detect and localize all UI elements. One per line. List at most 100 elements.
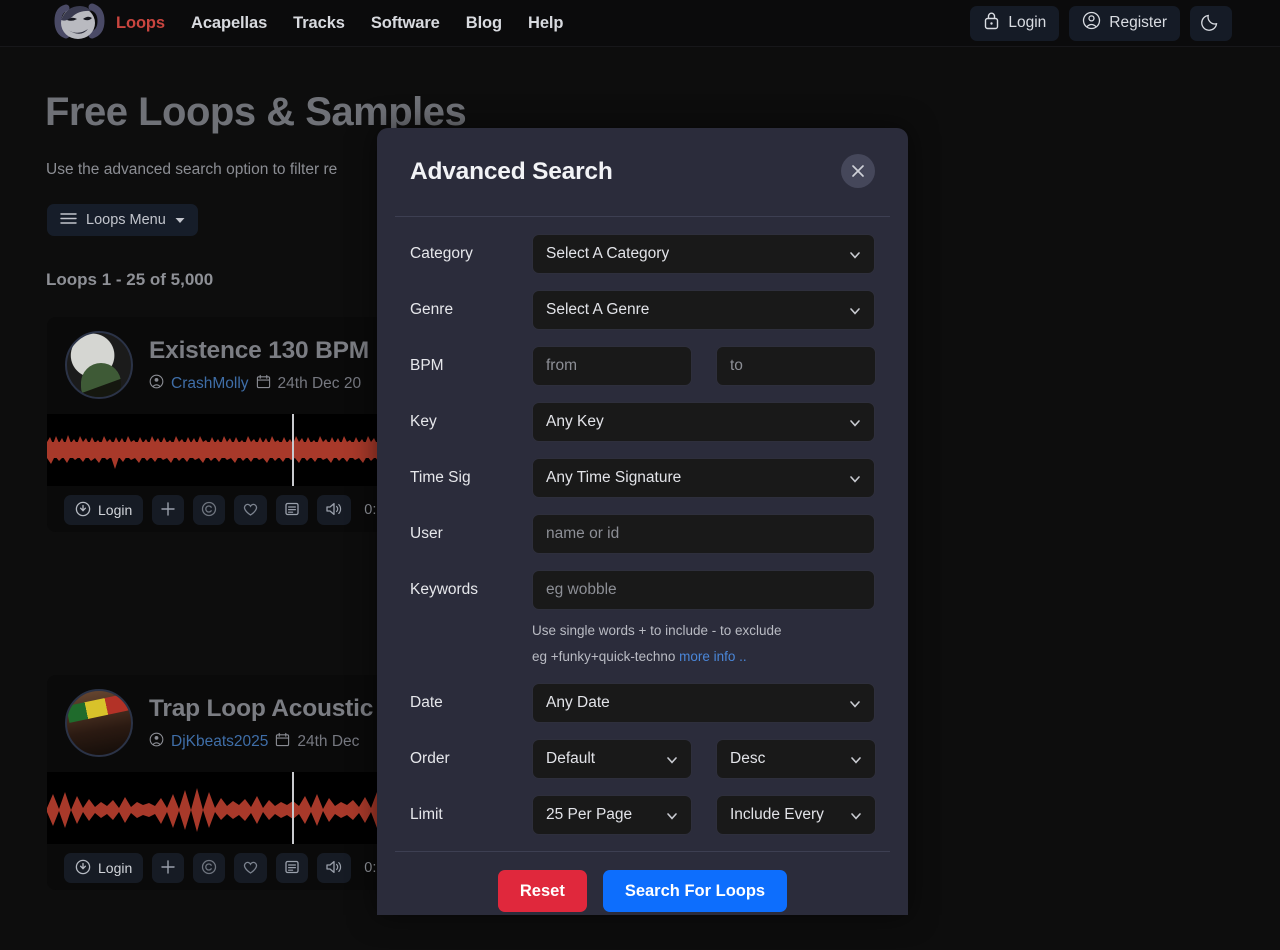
copyright-icon bbox=[201, 859, 217, 878]
comment-icon bbox=[284, 859, 300, 878]
keywords-input[interactable]: eg wobble bbox=[532, 570, 875, 610]
field-row-category: Category Select A Category bbox=[410, 234, 875, 274]
chevron-down-icon bbox=[849, 416, 861, 428]
field-row-date: Date Any Date bbox=[410, 683, 875, 724]
keywords-hint: Use single words + to include - to exclu… bbox=[532, 618, 875, 669]
loop-add-button[interactable] bbox=[152, 495, 185, 525]
search-for-loops-button[interactable]: Search For Loops bbox=[602, 870, 788, 913]
nav-link-blog[interactable]: Blog bbox=[466, 14, 502, 33]
timesig-value: Any Time Signature bbox=[546, 469, 682, 486]
playhead[interactable] bbox=[292, 772, 294, 844]
order-direction-select[interactable]: Desc bbox=[716, 739, 876, 780]
nav-link-tracks[interactable]: Tracks bbox=[293, 14, 345, 33]
moon-icon bbox=[1201, 11, 1221, 36]
date-label: Date bbox=[410, 694, 443, 712]
timesig-select[interactable]: Any Time Signature bbox=[532, 458, 875, 498]
genre-select[interactable]: Select A Genre bbox=[532, 290, 875, 330]
field-row-user: User name or id bbox=[410, 514, 875, 554]
loop-login-label: Login bbox=[98, 502, 133, 518]
genre-label: Genre bbox=[410, 301, 454, 318]
avatar[interactable] bbox=[65, 689, 133, 757]
loop-login-download-button[interactable]: Login bbox=[64, 495, 144, 525]
date-select[interactable]: Any Date bbox=[532, 683, 875, 724]
field-row-order: Order Default Desc bbox=[410, 739, 876, 780]
field-row-bpm: BPM from to bbox=[410, 346, 876, 386]
playhead[interactable] bbox=[292, 414, 294, 486]
key-value: Any Key bbox=[546, 413, 604, 430]
loop-author[interactable]: DjKbeats2025 bbox=[171, 733, 268, 751]
order-direction-value: Desc bbox=[730, 750, 766, 768]
limit-include-select[interactable]: Include Every bbox=[716, 795, 876, 836]
lock-icon bbox=[983, 11, 1000, 35]
loop-login-download-button[interactable]: Login bbox=[64, 853, 144, 883]
limit-label: Limit bbox=[410, 806, 443, 824]
advanced-search-modal: Advanced Search Category Select A Catego… bbox=[377, 128, 908, 915]
loop-copyright-button[interactable] bbox=[193, 853, 226, 883]
order-label: Order bbox=[410, 750, 450, 768]
user-circle-icon bbox=[1082, 11, 1101, 35]
caret-down-icon bbox=[175, 212, 185, 228]
loop-author[interactable]: CrashMolly bbox=[171, 375, 249, 393]
register-button[interactable]: Register bbox=[1069, 5, 1180, 41]
nav-link-loops[interactable]: Loops bbox=[116, 14, 165, 33]
loop-favourite-button[interactable] bbox=[234, 495, 268, 525]
timesig-label: Time Sig bbox=[410, 469, 471, 486]
limit-per-page-select[interactable]: 25 Per Page bbox=[532, 795, 692, 836]
theme-toggle-button[interactable] bbox=[1190, 5, 1232, 41]
login-button-label: Login bbox=[1008, 14, 1047, 31]
chevron-down-icon bbox=[850, 753, 862, 765]
user-label: User bbox=[410, 525, 443, 542]
category-select[interactable]: Select A Category bbox=[532, 234, 875, 274]
reset-button[interactable]: Reset bbox=[497, 870, 587, 913]
limit-include-value: Include Every bbox=[730, 806, 824, 824]
chevron-down-icon bbox=[849, 472, 861, 484]
chevron-down-icon bbox=[849, 248, 861, 260]
loop-volume-button[interactable] bbox=[317, 495, 352, 525]
bpm-from-input[interactable]: from bbox=[532, 346, 692, 386]
speaker-icon bbox=[325, 859, 343, 878]
loop-volume-button[interactable] bbox=[317, 853, 352, 883]
key-label: Key bbox=[410, 413, 437, 430]
mascot-headphones-logo[interactable] bbox=[48, 0, 106, 48]
user-input[interactable]: name or id bbox=[532, 514, 875, 554]
loop-submeta: DjKbeats2025 24th Dec bbox=[149, 732, 373, 752]
speaker-icon bbox=[325, 501, 343, 520]
nav-link-software[interactable]: Software bbox=[371, 14, 440, 33]
login-button[interactable]: Login bbox=[970, 5, 1060, 41]
bpm-to-input[interactable]: to bbox=[716, 346, 876, 386]
key-select[interactable]: Any Key bbox=[532, 402, 875, 442]
loop-comment-button[interactable] bbox=[276, 853, 309, 883]
loop-duration: 0: bbox=[364, 860, 377, 876]
date-value: Any Date bbox=[546, 694, 610, 712]
limit-per-page-value: 25 Per Page bbox=[546, 806, 633, 824]
loop-add-button[interactable] bbox=[152, 853, 185, 883]
nav-link-acapellas[interactable]: Acapellas bbox=[191, 14, 267, 33]
navbar-actions: Login Register bbox=[970, 5, 1232, 41]
more-info-link[interactable]: more info .. bbox=[679, 649, 747, 664]
chevron-down-icon bbox=[666, 753, 678, 765]
loop-date: 24th Dec 20 bbox=[277, 374, 362, 392]
calendar-icon bbox=[275, 732, 290, 752]
order-value: Default bbox=[546, 750, 596, 768]
chevron-down-icon bbox=[850, 809, 862, 821]
loops-menu-button[interactable]: Loops Menu bbox=[47, 204, 198, 236]
close-icon[interactable] bbox=[841, 154, 875, 188]
modal-body: Category Select A Category Genre Select … bbox=[377, 217, 908, 836]
loop-title[interactable]: Existence 130 BPM bbox=[149, 337, 369, 365]
user-circle-icon bbox=[149, 732, 164, 752]
field-row-timesig: Time Sig Any Time Signature bbox=[410, 458, 875, 498]
loop-copyright-button[interactable] bbox=[193, 495, 226, 525]
modal-title: Advanced Search bbox=[410, 158, 613, 185]
loop-title[interactable]: Trap Loop Acoustic bbox=[149, 695, 373, 723]
order-select[interactable]: Default bbox=[532, 739, 692, 780]
nav-link-help[interactable]: Help bbox=[528, 14, 563, 33]
loop-comment-button[interactable] bbox=[276, 495, 309, 525]
keywords-hint-line2: eg +funky+quick-techno more info .. bbox=[532, 648, 747, 664]
avatar[interactable] bbox=[65, 331, 133, 399]
user-circle-icon bbox=[149, 374, 164, 394]
hamburger-icon bbox=[60, 212, 77, 229]
chevron-down-icon bbox=[849, 697, 861, 709]
plus-icon bbox=[160, 501, 176, 520]
modal-header: Advanced Search bbox=[377, 128, 908, 216]
loop-favourite-button[interactable] bbox=[234, 853, 268, 883]
